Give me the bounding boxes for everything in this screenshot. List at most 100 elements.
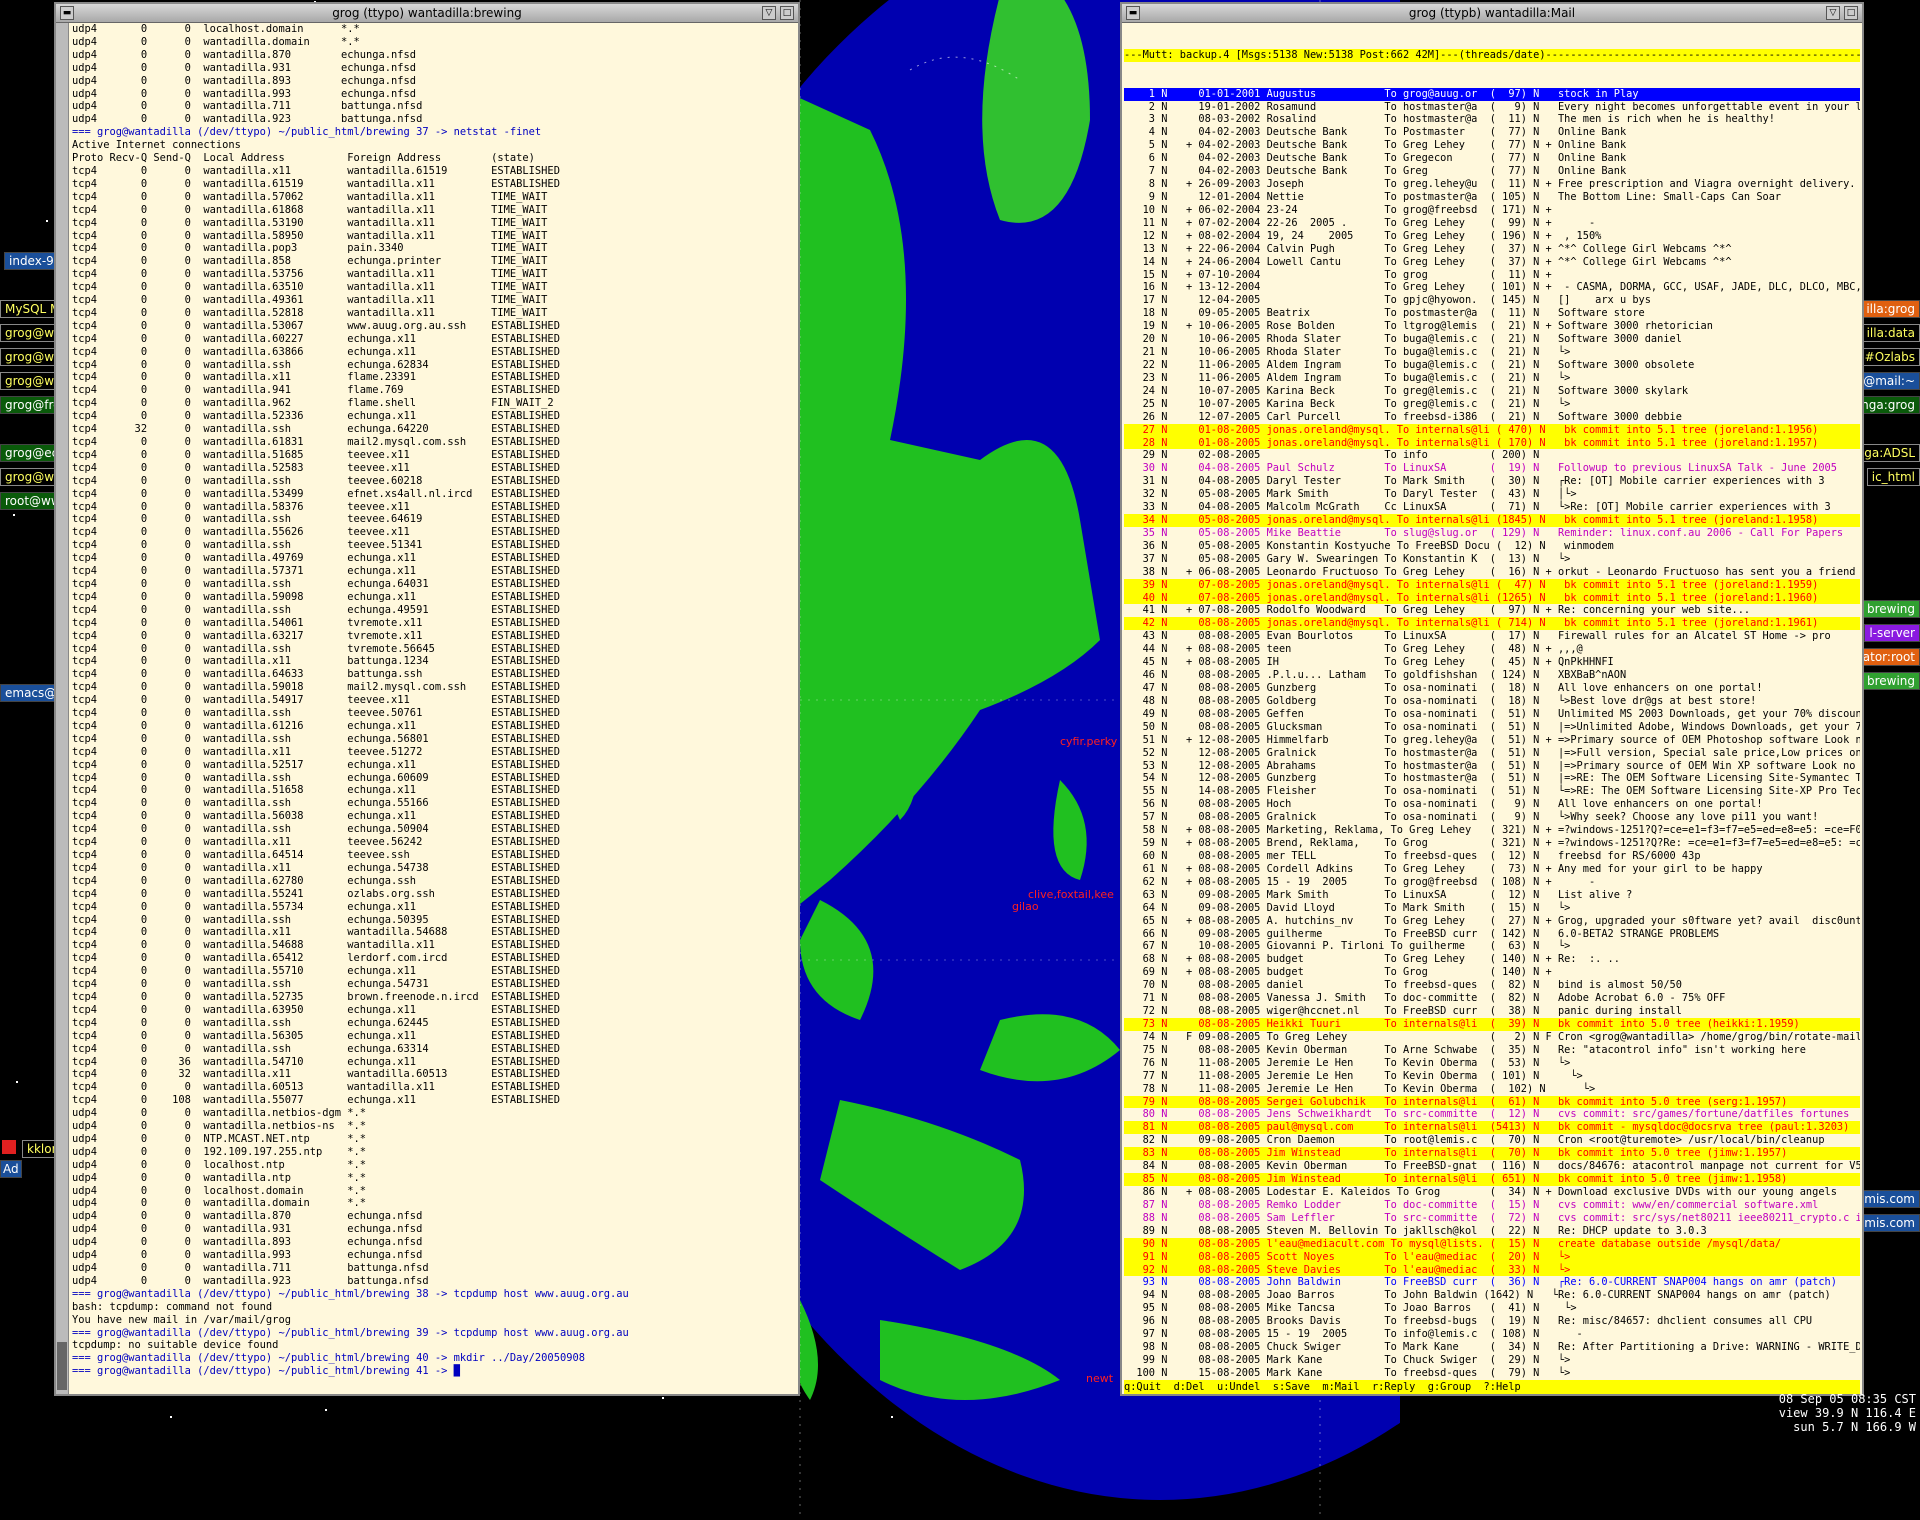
scrollbar[interactable]	[56, 23, 69, 1394]
mutt-message-row[interactable]: 59 N + 08-08-2005 Brend, Reklama, To Gro…	[1124, 837, 1860, 850]
mutt-message-row[interactable]: 10 N + 06-02-2004 23-24 To grog@freebsd …	[1124, 204, 1860, 217]
desktop-window-label[interactable]: mis.com	[1859, 1214, 1920, 1232]
desktop-window-label[interactable]: #Ozlabs	[1859, 348, 1920, 366]
mutt-message-row[interactable]: 12 N + 08-02-2004 19, 24 2005 To Greg Le…	[1124, 230, 1860, 243]
mutt-message-row[interactable]: 83 N 08-08-2005 Jim Winstead To internal…	[1124, 1147, 1860, 1161]
desktop-window-label[interactable]: l-server	[1864, 624, 1920, 642]
minimize-icon[interactable]: ▽	[762, 6, 776, 20]
mutt-message-row[interactable]: 97 N 08-08-2005 15 - 19 2005 To info@lem…	[1124, 1328, 1860, 1341]
mutt-message-row[interactable]: 33 N 04-08-2005 Malcolm McGrath Cc Linux…	[1124, 501, 1860, 514]
mutt-message-row[interactable]: 60 N 08-08-2005 mer TELL To freebsd-ques…	[1124, 850, 1860, 863]
mutt-message-row[interactable]: 71 N 08-08-2005 Vanessa J. Smith To doc-…	[1124, 992, 1860, 1005]
klondike-card-icon[interactable]	[2, 1140, 16, 1154]
desktop-window-label[interactable]: mis.com	[1859, 1190, 1920, 1208]
mutt-message-row[interactable]: 77 N 11-08-2005 Jeremie Le Hen To Kevin …	[1124, 1070, 1860, 1083]
terminal-window-brewing[interactable]: grog (ttypo) wantadilla:brewing ▬ ▽ □ ud…	[54, 2, 800, 1396]
mutt-message-row[interactable]: 35 N 05-08-2005 Mike Beattie To slug@slu…	[1124, 527, 1860, 540]
mutt-message-row[interactable]: 4 N 04-02-2003 Deutsche Bank To Postmast…	[1124, 126, 1860, 139]
mutt-message-row[interactable]: 56 N 08-08-2005 Hoch To osa-nominati ( 9…	[1124, 798, 1860, 811]
mutt-message-row[interactable]: 73 N 08-08-2005 Heikki Tuuri To internal…	[1124, 1017, 1860, 1031]
window-titlebar[interactable]: grog (ttypb) wantadilla:Mail ▬ ▽ □	[1122, 4, 1862, 23]
mutt-message-row[interactable]: 3 N 08-03-2002 Rosalind To hostmaster@a …	[1124, 113, 1860, 126]
desktop-window-label[interactable]: nga:grog	[1856, 396, 1920, 414]
mutt-message-row[interactable]: 100 N 15-08-2005 Mark Kane To freebsd-qu…	[1124, 1367, 1860, 1380]
mutt-message-row[interactable]: 40 N 07-08-2005 jonas.oreland@mysql. To …	[1124, 591, 1860, 605]
mutt-message-row[interactable]: 31 N 04-08-2005 Daryl Tester To Mark Smi…	[1124, 475, 1860, 488]
mutt-message-row[interactable]: 46 N 08-08-2005 .P.l.u... Latham To gold…	[1124, 669, 1860, 682]
mutt-message-row[interactable]: 78 N 11-08-2005 Jeremie Le Hen To Kevin …	[1124, 1083, 1860, 1096]
mutt-message-row[interactable]: 74 N F 09-08-2005 To Greg Lehey ( 2) N F…	[1124, 1031, 1860, 1044]
mutt-message-row[interactable]: 66 N 09-08-2005 guilherme To FreeBSD cur…	[1124, 928, 1860, 941]
mutt-message-row[interactable]: 30 N 04-08-2005 Paul Schulz To LinuxSA (…	[1124, 462, 1860, 475]
mutt-message-row[interactable]: 85 N 08-08-2005 Jim Winstead To internal…	[1124, 1173, 1860, 1186]
mutt-message-row[interactable]: 42 N 08-08-2005 jonas.oreland@mysql. To …	[1124, 617, 1860, 631]
mutt-message-row[interactable]: 9 N 12-01-2004 Nettie To postmaster@a ( …	[1124, 191, 1860, 204]
mutt-message-row[interactable]: 27 N 01-08-2005 jonas.oreland@mysql. To …	[1124, 423, 1860, 437]
mutt-message-row[interactable]: 44 N + 08-08-2005 teen To Greg Lehey ( 4…	[1124, 643, 1860, 656]
mutt-message-row[interactable]: 75 N 08-08-2005 Kevin Oberman To Arne Sc…	[1124, 1044, 1860, 1057]
mutt-message-row[interactable]: 18 N 09-05-2005 Beatrix To postmaster@a …	[1124, 307, 1860, 320]
ad-label[interactable]: Ad	[0, 1160, 22, 1178]
mutt-message-row[interactable]: 14 N + 24-06-2004 Lowell Cantu To Greg L…	[1124, 256, 1860, 269]
desktop-window-label[interactable]: @mail:~	[1858, 372, 1920, 390]
mutt-message-row[interactable]: 16 N + 13-12-2004 To Greg Lehey ( 101) N…	[1124, 281, 1860, 294]
mutt-mail-window[interactable]: grog (ttypb) wantadilla:Mail ▬ ▽ □ ---Mu…	[1120, 2, 1864, 1396]
mutt-message-row[interactable]: 96 N 08-08-2005 Brooks Davis To freebsd-…	[1124, 1315, 1860, 1328]
mutt-message-row[interactable]: 72 N 08-08-2005 wiger@hccnet.nl To FreeB…	[1124, 1005, 1860, 1018]
mutt-message-row[interactable]: 94 N 08-08-2005 Joao Barros To John Bald…	[1124, 1289, 1860, 1302]
mutt-message-row[interactable]: 1 N 01-01-2001 Augustus To grog@auug.or …	[1124, 87, 1860, 101]
mutt-message-row[interactable]: 48 N 08-08-2005 Goldberg To osa-nominati…	[1124, 695, 1860, 708]
mutt-message-row[interactable]: 45 N + 08-08-2005 IH To Greg Lehey ( 45)…	[1124, 656, 1860, 669]
mutt-message-row[interactable]: 68 N + 08-08-2005 budget To Greg Lehey (…	[1124, 953, 1860, 966]
maximize-icon[interactable]: □	[780, 6, 794, 20]
mutt-message-row[interactable]: 67 N 10-08-2005 Giovanni P. Tirloni To g…	[1124, 940, 1860, 953]
mutt-message-row[interactable]: 86 N + 08-08-2005 Lodestar E. Kaleidos T…	[1124, 1186, 1860, 1199]
mutt-message-row[interactable]: 79 N 08-08-2005 Sergei Golubchik To inte…	[1124, 1095, 1860, 1109]
mutt-message-row[interactable]: 84 N 08-08-2005 Kevin Oberman To FreeBSD…	[1124, 1160, 1860, 1173]
mutt-message-row[interactable]: 58 N + 08-08-2005 Marketing, Reklama, To…	[1124, 824, 1860, 837]
mutt-message-row[interactable]: 70 N 08-08-2005 daniel To freebsd-ques (…	[1124, 979, 1860, 992]
mutt-message-row[interactable]: 88 N 08-08-2005 Sam Leffler To src-commi…	[1124, 1212, 1860, 1225]
mutt-message-row[interactable]: 63 N 09-08-2005 Mark Smith To LinuxSA ( …	[1124, 889, 1860, 902]
mutt-message-row[interactable]: 99 N 08-08-2005 Mark Kane To Chuck Swige…	[1124, 1354, 1860, 1367]
mutt-message-row[interactable]: 32 N 05-08-2005 Mark Smith To Daryl Test…	[1124, 488, 1860, 501]
mutt-message-row[interactable]: 81 N 08-08-2005 paul@mysql.com To intern…	[1124, 1121, 1860, 1135]
mutt-message-row[interactable]: 25 N 10-07-2005 Karina Beck To greg@lemi…	[1124, 398, 1860, 411]
mutt-message-row[interactable]: 52 N 12-08-2005 Gralnick To hostmaster@a…	[1124, 747, 1860, 760]
mutt-message-row[interactable]: 51 N + 12-08-2005 Himmelfarb To greg.leh…	[1124, 734, 1860, 747]
mutt-message-row[interactable]: 13 N + 22-06-2004 Calvin Pugh To Greg Le…	[1124, 243, 1860, 256]
scrollbar-thumb[interactable]	[57, 1342, 67, 1390]
minimize-icon[interactable]: ▽	[1826, 6, 1840, 20]
mutt-message-row[interactable]: 90 N 08-08-2005 l'eau@mediacult.com To m…	[1124, 1237, 1860, 1251]
mutt-message-row[interactable]: 38 N + 06-08-2005 Leonardo Fructuoso To …	[1124, 566, 1860, 579]
desktop-window-label[interactable]: brewing	[1861, 672, 1920, 690]
mutt-message-row[interactable]: 76 N 11-08-2005 Jeremie Le Hen To Kevin …	[1124, 1057, 1860, 1070]
mutt-message-row[interactable]: 62 N + 08-08-2005 15 - 19 2005 To grog@f…	[1124, 876, 1860, 889]
desktop-window-label[interactable]: ic_html	[1866, 468, 1920, 486]
mutt-message-row[interactable]: 87 N 08-08-2005 Remko Lodder To doc-comm…	[1124, 1199, 1860, 1212]
mutt-message-row[interactable]: 34 N 05-08-2005 jonas.oreland@mysql. To …	[1124, 514, 1860, 527]
mutt-message-row[interactable]: 8 N + 26-09-2003 Joseph To greg.lehey@u …	[1124, 178, 1860, 191]
mutt-message-row[interactable]: 22 N 11-06-2005 Aldem Ingram To buga@lem…	[1124, 359, 1860, 372]
mutt-message-row[interactable]: 24 N 10-07-2005 Karina Beck To greg@lemi…	[1124, 385, 1860, 398]
mutt-message-row[interactable]: 65 N + 08-08-2005 A. hutchins_nv To Greg…	[1124, 915, 1860, 928]
mutt-message-row[interactable]: 41 N + 07-08-2005 Rodolfo Woodward To Gr…	[1124, 604, 1860, 617]
mutt-message-row[interactable]: 17 N 12-04-2005 To gpjc@hyowon. ( 145) N…	[1124, 294, 1860, 307]
mutt-message-row[interactable]: 69 N + 08-08-2005 budget To Grog ( 140) …	[1124, 966, 1860, 979]
mutt-message-row[interactable]: 37 N 05-08-2005 Gary W. Swearingen To Ko…	[1124, 553, 1860, 566]
mutt-message-row[interactable]: 82 N 09-08-2005 Cron Daemon To root@lemi…	[1124, 1134, 1860, 1147]
terminal-output[interactable]: udp4 0 0 localhost.domain *.* udp4 0 0 wa…	[72, 23, 796, 1394]
mutt-message-row[interactable]: 92 N 08-08-2005 Steve Davies To l'eau@me…	[1124, 1263, 1860, 1277]
desktop-window-label[interactable]: illa:data	[1861, 324, 1920, 342]
mutt-message-row[interactable]: 57 N 08-08-2005 Gralnick To osa-nominati…	[1124, 811, 1860, 824]
mutt-message-row[interactable]: 54 N 12-08-2005 Gunzberg To hostmaster@a…	[1124, 772, 1860, 785]
mutt-message-row[interactable]: 7 N 04-02-2003 Deutsche Bank To Greg ( 7…	[1124, 165, 1860, 178]
mutt-message-row[interactable]: 49 N 08-08-2005 Geffen To osa-nominati (…	[1124, 708, 1860, 721]
mutt-message-row[interactable]: 53 N 12-08-2005 Abrahams To hostmaster@a…	[1124, 760, 1860, 773]
mutt-message-row[interactable]: 29 N 02-08-2005 To info ( 200) N	[1124, 449, 1860, 462]
mutt-message-row[interactable]: 50 N 08-08-2005 Glucksman To osa-nominat…	[1124, 721, 1860, 734]
mutt-message-row[interactable]: 11 N + 07-02-2004 22-26 2005 . To Greg L…	[1124, 217, 1860, 230]
mutt-message-row[interactable]: 21 N 10-06-2005 Rhoda Slater To buga@lem…	[1124, 346, 1860, 359]
mutt-message-row[interactable]: 80 N 08-08-2005 Jens Schweikhardt To src…	[1124, 1108, 1860, 1121]
mutt-message-row[interactable]: 26 N 12-07-2005 Carl Purcell To freebsd-…	[1124, 411, 1860, 424]
